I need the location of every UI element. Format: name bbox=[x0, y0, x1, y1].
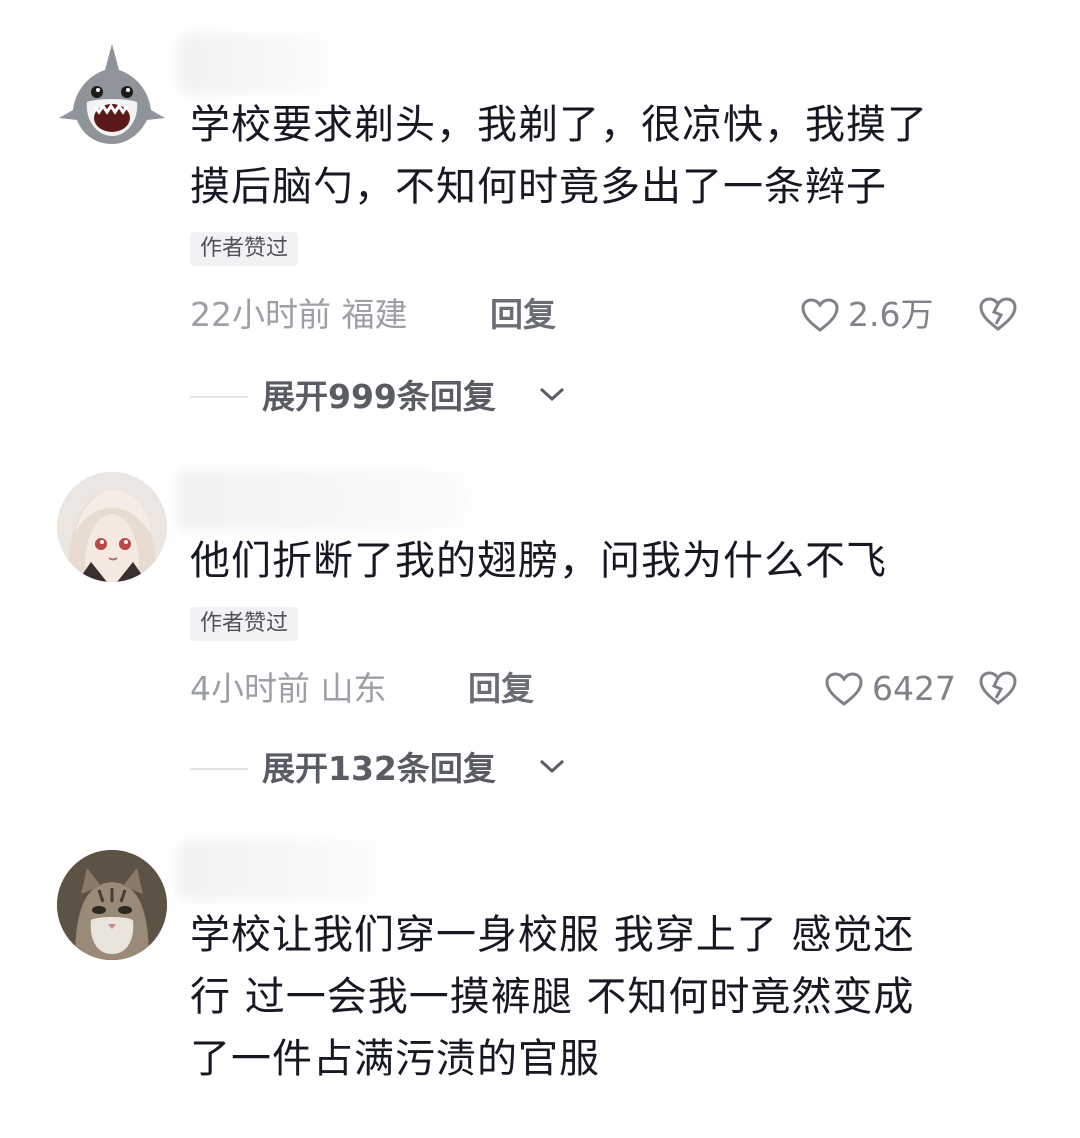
avatar[interactable] bbox=[57, 850, 167, 960]
expand-replies-label: 展开999条回复 bbox=[262, 377, 496, 416]
broken-heart-icon bbox=[979, 671, 1017, 705]
username-blurred bbox=[178, 840, 378, 900]
expand-replies-button[interactable]: 展开132条回复 bbox=[190, 744, 610, 794]
author-liked-badge: 作者赞过 bbox=[190, 607, 299, 641]
divider bbox=[190, 768, 248, 770]
expand-replies-button[interactable]: 展开999条回复 bbox=[190, 372, 610, 422]
like-button[interactable]: 2.6万 bbox=[800, 290, 933, 340]
cat-avatar-icon bbox=[57, 850, 167, 960]
comment-text-line: 他们折断了我的翅膀，问我为什么不飞 bbox=[190, 538, 887, 584]
reply-button[interactable]: 回复 bbox=[468, 664, 534, 714]
comment-text-line: 学校要求剃头，我剃了，很凉快，我摸了 bbox=[190, 102, 928, 148]
comment-location: 山东 bbox=[320, 669, 387, 708]
partial-meta-row-cut-off bbox=[190, 1098, 1030, 1138]
avatar[interactable] bbox=[57, 472, 167, 582]
avatar[interactable] bbox=[57, 40, 167, 150]
comment-time: 4小时前 山东 bbox=[190, 664, 387, 714]
like-count: 2.6万 bbox=[848, 295, 934, 334]
comment-text-line: 摸后脑勺，不知何时竟多出了一条辫子 bbox=[190, 164, 887, 210]
comment-text-line: 行 过一会我一摸裤腿 不知何时竟然变成 bbox=[190, 974, 915, 1020]
like-count: 6427 bbox=[872, 669, 956, 708]
heart-outline-icon bbox=[801, 298, 839, 332]
divider bbox=[190, 396, 248, 398]
comment-location: 福建 bbox=[341, 295, 408, 334]
comment-meta: 4小时前 山东 回复 6427 bbox=[190, 664, 1030, 714]
heart-outline-icon bbox=[825, 672, 863, 706]
comment-timestamp: 4小时前 bbox=[190, 669, 310, 708]
like-button[interactable]: 6427 bbox=[824, 664, 956, 714]
comment-text-line: 了一件占满污渍的官服 bbox=[190, 1036, 600, 1082]
anime-girl-avatar-icon bbox=[57, 472, 167, 582]
broken-heart-icon bbox=[979, 297, 1017, 331]
expand-replies-label: 展开132条回复 bbox=[262, 749, 496, 788]
comment-text-line: 学校让我们穿一身校服 我穿上了 感觉还 bbox=[190, 912, 915, 958]
reply-button[interactable]: 回复 bbox=[490, 290, 556, 340]
comment-meta: 22小时前 福建 回复 2.6万 bbox=[190, 290, 1030, 340]
shark-avatar-icon bbox=[59, 44, 165, 144]
dislike-button[interactable] bbox=[978, 296, 1018, 346]
username-blurred bbox=[178, 470, 468, 530]
chevron-down-icon bbox=[539, 387, 565, 402]
comment-time: 22小时前 福建 bbox=[190, 290, 408, 340]
username-blurred bbox=[178, 34, 328, 94]
chevron-down-icon bbox=[539, 759, 565, 774]
dislike-button[interactable] bbox=[978, 670, 1018, 720]
comment-timestamp: 22小时前 bbox=[190, 295, 331, 334]
author-liked-badge: 作者赞过 bbox=[190, 232, 299, 266]
